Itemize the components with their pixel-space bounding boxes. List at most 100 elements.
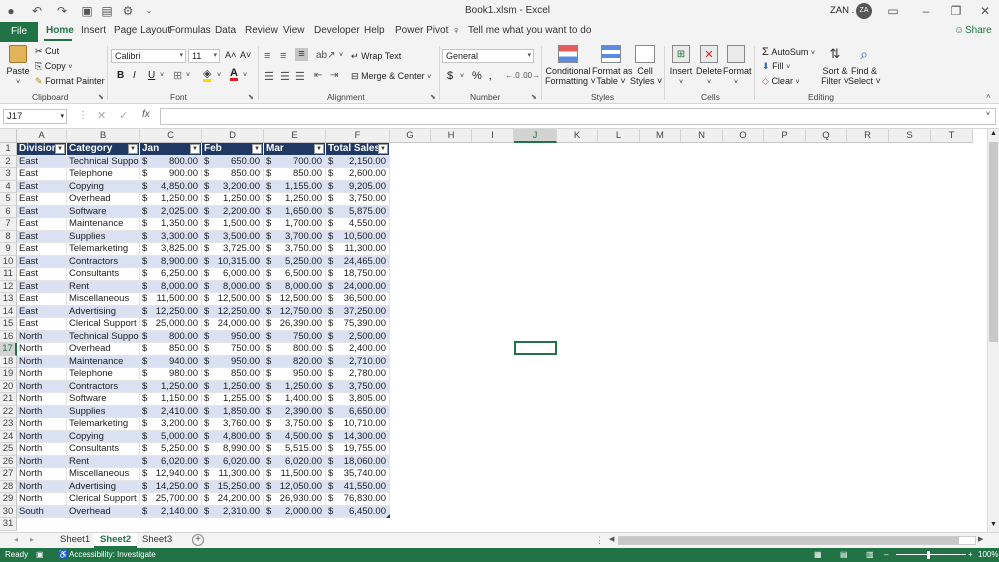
accounting-format-button[interactable]: $ [447,70,453,82]
table-cell[interactable]: Supplies [67,230,140,243]
table-cell[interactable]: Consultants [67,268,140,281]
table-cell[interactable]: North [17,368,67,381]
table-cell[interactable]: $800.00 [264,343,326,356]
table-header-cell[interactable]: Division ▼ [17,143,67,156]
table-cell[interactable]: Software [67,205,140,218]
table-cell[interactable]: $6,020.00 [140,455,202,468]
table-cell[interactable]: Technical Support [67,330,140,343]
table-cell[interactable]: $5,875.00 [326,205,390,218]
avatar[interactable]: ZA [856,3,872,19]
autosave-icon[interactable]: ● [4,4,18,18]
table-cell[interactable]: $12,250.00 [202,305,264,318]
table-cell[interactable]: $1,400.00 [264,393,326,406]
table-cell[interactable]: Rent [67,455,140,468]
conditional-formatting-button[interactable]: Conditional Formatting ˅ [545,45,596,86]
table-cell[interactable]: North [17,355,67,368]
row-header-10[interactable]: 10 [0,255,17,268]
tab-insert[interactable]: Insert [81,25,106,36]
table-cell[interactable]: $8,000.00 [264,280,326,293]
table-cell[interactable]: Miscellaneous [67,293,140,306]
table-cell[interactable]: $10,500.00 [326,230,390,243]
prev-sheet-icon[interactable]: ◂ [14,535,18,544]
table-cell[interactable]: $850.00 [140,343,202,356]
vertical-scroll-thumb[interactable] [989,142,998,342]
column-header-s[interactable]: S [889,129,931,143]
table-cell[interactable]: $25,700.00 [140,493,202,506]
table-cell[interactable]: Technical Support [67,155,140,168]
table-cell[interactable]: Telephone [67,168,140,181]
number-format-dropdown[interactable]: General ▾ [442,49,534,63]
cell-styles-button[interactable]: Cell Styles ˅ [630,45,662,86]
qat-more-icon[interactable]: ⌄ [142,4,156,18]
share-button[interactable]: Share [965,25,992,36]
table-cell[interactable]: $2,500.00 [326,330,390,343]
chevron-down-icon[interactable]: ˅ [339,52,343,59]
percent-style-button[interactable]: % [472,70,482,82]
column-header-q[interactable]: Q [806,129,847,143]
table-cell[interactable]: Overhead [67,193,140,206]
table-cell[interactable]: Maintenance [67,218,140,231]
row-header-29[interactable]: 29 [0,493,17,506]
table-cell[interactable]: $3,760.00 [202,418,264,431]
table-cell[interactable]: East [17,305,67,318]
row-header-11[interactable]: 11 [0,268,17,281]
table-cell[interactable]: $12,500.00 [264,293,326,306]
table-cell[interactable]: $1,700.00 [264,218,326,231]
table-cell[interactable]: $650.00 [202,155,264,168]
table-cell[interactable]: $18,750.00 [326,268,390,281]
table-cell[interactable]: $950.00 [264,368,326,381]
row-header-14[interactable]: 14 [0,305,17,318]
table-cell[interactable]: North [17,418,67,431]
formula-input[interactable] [160,108,996,125]
row-header-31[interactable]: 31 [0,518,17,531]
filter-dropdown-icon[interactable]: ▼ [55,144,65,154]
table-cell[interactable]: Contractors [67,380,140,393]
italic-button[interactable]: I [133,70,136,81]
table-cell[interactable]: $19,755.00 [326,443,390,456]
column-header-i[interactable]: I [472,129,514,143]
table-cell[interactable]: Clerical Support [67,493,140,506]
table-cell[interactable]: $1,155.00 [264,180,326,193]
redo-icon[interactable]: ↷ [55,4,69,18]
column-header-p[interactable]: P [764,129,806,143]
zoom-level[interactable]: 100% [978,548,998,562]
scroll-up-icon[interactable]: ▲ [990,130,997,137]
table-cell[interactable]: $3,750.00 [264,418,326,431]
cut-button[interactable]: ✂ Cut [35,46,59,57]
table-cell[interactable]: $10,710.00 [326,418,390,431]
table-cell[interactable]: $6,650.00 [326,405,390,418]
row-header-1[interactable]: 1 [0,143,17,156]
column-header-e[interactable]: E [264,129,326,143]
delete-cells-button[interactable]: ✕ Delete ˅ [696,45,722,88]
table-cell[interactable]: North [17,343,67,356]
align-top-icon[interactable]: ≡ [264,50,270,62]
dialog-launcher-icon[interactable]: ⬊ [430,93,436,101]
table-cell[interactable]: $8,900.00 [140,255,202,268]
insert-function-button[interactable]: fx [142,109,150,120]
table-cell[interactable]: $11,300.00 [326,243,390,256]
table-cell[interactable]: $3,700.00 [264,230,326,243]
column-header-g[interactable]: G [390,129,431,143]
table-cell[interactable]: $36,500.00 [326,293,390,306]
table-cell[interactable]: Clerical Support [67,318,140,331]
table-cell[interactable]: North [17,430,67,443]
table-cell[interactable]: $980.00 [140,368,202,381]
table-cell[interactable]: $3,750.00 [326,193,390,206]
zoom-slider[interactable] [896,554,966,555]
table-cell[interactable]: Rent [67,280,140,293]
macro-record-icon[interactable]: ▣ [36,548,44,562]
column-header-n[interactable]: N [681,129,723,143]
dialog-launcher-icon[interactable]: ⬊ [248,93,254,101]
table-cell[interactable]: Advertising [67,305,140,318]
filter-dropdown-icon[interactable]: ▼ [378,144,388,154]
cancel-icon[interactable]: ✕ [97,109,106,122]
table-cell[interactable]: $76,830.00 [326,493,390,506]
filter-dropdown-icon[interactable]: ▼ [128,144,138,154]
row-header-12[interactable]: 12 [0,280,17,293]
table-cell[interactable]: $24,000.00 [202,318,264,331]
increase-indent-icon[interactable]: ⇥ [330,70,338,81]
table-cell[interactable]: $750.00 [264,330,326,343]
column-header-m[interactable]: M [640,129,681,143]
chevron-down-icon[interactable]: ˅ [186,72,190,79]
table-cell[interactable]: $2,150.00 [326,155,390,168]
